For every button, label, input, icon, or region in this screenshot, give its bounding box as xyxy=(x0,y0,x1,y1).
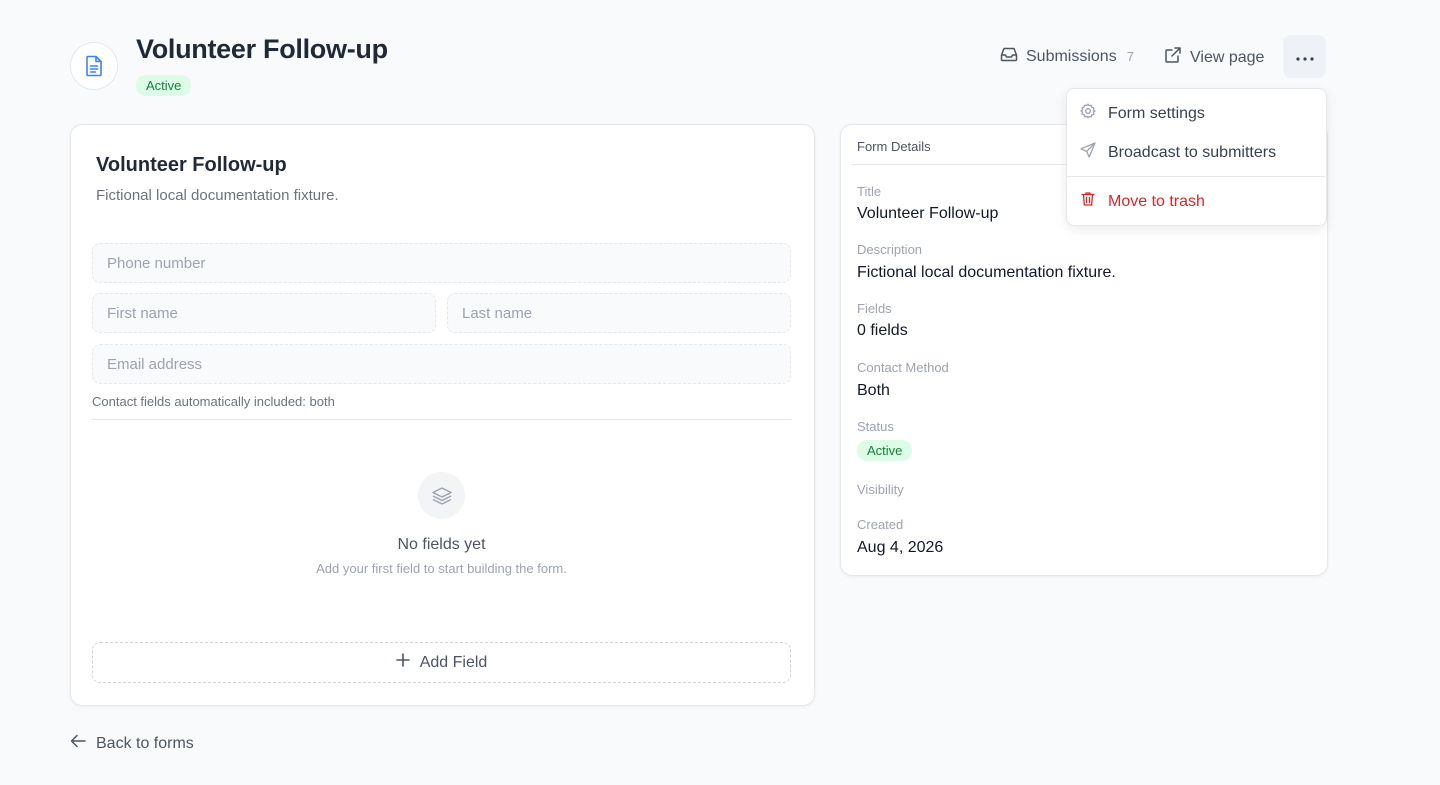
form-title: Volunteer Follow-up xyxy=(96,154,287,176)
trash-icon xyxy=(1080,191,1096,212)
submissions-label: Submissions xyxy=(1026,47,1117,65)
phone-placeholder: Phone number xyxy=(107,254,206,272)
email-placeholder: Email address xyxy=(107,355,203,373)
send-icon xyxy=(1080,142,1096,163)
last-name-field: Last name xyxy=(447,293,791,333)
submissions-count: 7 xyxy=(1126,49,1134,64)
divider xyxy=(92,419,791,420)
detail-status-badge: Active xyxy=(857,440,913,461)
first-name-placeholder: First name xyxy=(107,304,178,322)
detail-created-value: Aug 4, 2026 xyxy=(857,539,944,556)
form-builder-card xyxy=(70,124,815,706)
view-page-link[interactable]: View page xyxy=(1164,46,1264,69)
add-field-label: Add Field xyxy=(419,653,488,671)
detail-status-label: Status xyxy=(857,419,894,434)
view-page-label: View page xyxy=(1190,48,1265,66)
menu-item-label: Move to trash xyxy=(1108,192,1205,210)
details-heading: Form Details xyxy=(857,139,931,154)
detail-visibility-label: Visibility xyxy=(857,482,904,497)
form-document-icon xyxy=(70,42,118,90)
layers-icon xyxy=(418,472,465,519)
detail-contact-label: Contact Method xyxy=(857,360,949,375)
inbox-icon xyxy=(1000,46,1018,67)
menu-item-move-to-trash[interactable]: Move to trash xyxy=(1080,191,1205,212)
details-divider xyxy=(852,164,1072,165)
phone-field: Phone number xyxy=(92,243,791,283)
status-badge: Active xyxy=(136,75,192,96)
first-name-field: First name xyxy=(92,293,436,333)
more-options-button[interactable] xyxy=(1283,35,1326,78)
email-field: Email address xyxy=(92,344,791,384)
last-name-placeholder: Last name xyxy=(462,304,533,322)
empty-state-subtitle: Add your first field to start building t… xyxy=(316,561,567,576)
detail-description-value: Fictional local documentation fixture. xyxy=(857,264,1116,281)
menu-separator xyxy=(1067,176,1325,177)
external-link-icon xyxy=(1164,46,1182,69)
submissions-button[interactable]: Submissions 7 xyxy=(1000,46,1134,67)
detail-created-label: Created xyxy=(857,517,904,532)
back-label: Back to forms xyxy=(96,734,194,752)
detail-description-label: Description xyxy=(857,242,923,257)
detail-title-value: Volunteer Follow-up xyxy=(857,205,999,222)
page-title: Volunteer Follow-up xyxy=(136,34,388,64)
gear-icon xyxy=(1080,103,1096,124)
menu-item-label: Form settings xyxy=(1108,104,1205,122)
detail-title-label: Title xyxy=(857,184,882,199)
arrow-left-icon xyxy=(70,734,86,753)
menu-item-broadcast[interactable]: Broadcast to submitters xyxy=(1080,142,1276,163)
form-description: Fictional local documentation fixture. xyxy=(96,187,339,204)
detail-contact-value: Both xyxy=(857,382,890,399)
plus-icon xyxy=(395,653,410,672)
contact-fields-note: Contact fields automatically included: b… xyxy=(92,394,335,409)
empty-state-title: No fields yet xyxy=(397,536,486,553)
detail-fields-value: 0 fields xyxy=(857,322,908,339)
detail-fields-label: Fields xyxy=(857,301,892,316)
add-field-button[interactable]: Add Field xyxy=(92,642,791,683)
ellipsis-icon xyxy=(1295,48,1314,66)
menu-item-label: Broadcast to submitters xyxy=(1108,143,1277,161)
back-to-forms-link[interactable]: Back to forms xyxy=(70,734,194,753)
menu-item-form-settings[interactable]: Form settings xyxy=(1080,103,1205,124)
